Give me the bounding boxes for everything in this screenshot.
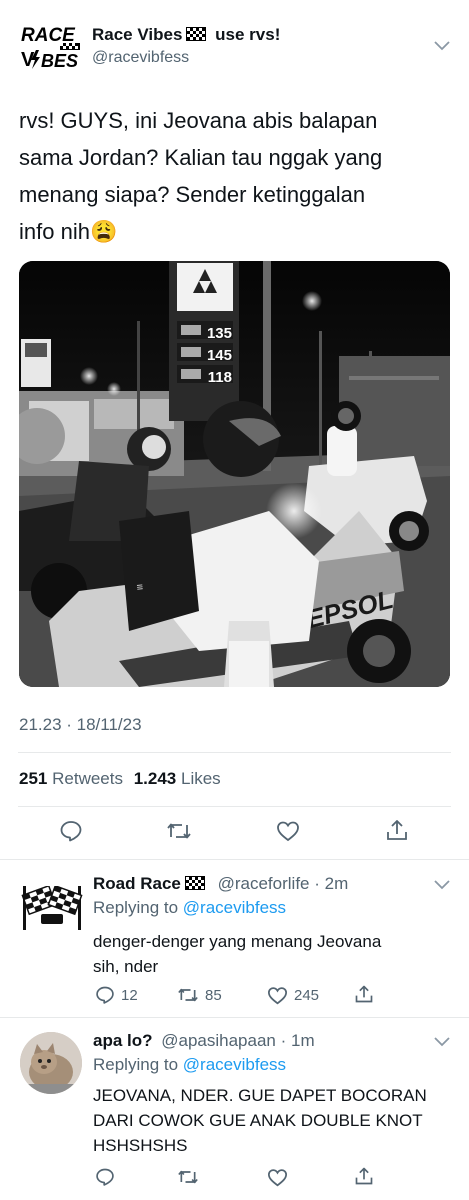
checkered-flag-icon — [184, 876, 205, 890]
display-name: Race Vibes — [92, 25, 183, 44]
tweet-author-name[interactable]: Race Vibes use rvs! — [92, 25, 280, 45]
reply-text-line: DARI COWOK GUE ANAK DOUBLE KNOT — [93, 1111, 423, 1130]
checkered-flag-icon — [186, 27, 207, 41]
like-icon[interactable] — [276, 820, 300, 842]
reply-header: Road Race @raceforlife · 2m — [93, 874, 349, 893]
share-icon[interactable] — [354, 1166, 374, 1186]
reply-text: denger-denger yang menang Jeovana sih, n… — [93, 929, 453, 979]
reply-time: 2m — [324, 874, 349, 893]
tweet-body-line: info nih😩 — [19, 219, 118, 244]
like-count: 245 — [294, 987, 320, 1004]
reply-action-like[interactable]: 245 — [267, 986, 319, 1005]
tweet-author-handle[interactable]: @racevibfess — [92, 49, 189, 67]
price-sign-row: 135 — [207, 325, 232, 342]
reply-time: 1m — [291, 1031, 315, 1050]
display-name-suffix: use rvs! — [215, 25, 281, 44]
reply-count: 12 — [121, 986, 138, 1004]
logo-text-top: RACE — [21, 25, 76, 46]
replying-to-label: Replying to — [93, 898, 179, 917]
reply-text-line: denger-denger yang menang Jeovana — [93, 932, 382, 951]
replying-to-link[interactable]: @racevibfess — [183, 1055, 286, 1074]
tweet-stats: 251 Retweets 1.243 Likes — [19, 769, 221, 789]
replying-to: Replying to @racevibfess — [93, 1055, 286, 1075]
retweet-icon — [178, 988, 198, 1002]
logo-text-bottom: BES — [41, 51, 78, 71]
reply-handle[interactable]: @apasihapaan — [161, 1031, 276, 1050]
reply-icon — [96, 986, 114, 1004]
like-label: Likes — [181, 769, 221, 788]
retweet-icon[interactable] — [177, 1167, 199, 1187]
reply-text-line: JEOVANA, NDER. GUE DAPET BOCORAN — [93, 1086, 427, 1105]
reply-action-retweet[interactable]: 85 — [177, 985, 222, 1005]
svg-text:≡: ≡ — [136, 581, 144, 594]
share-icon[interactable] — [385, 818, 409, 842]
tweet-body-line: menang siapa? Sender ketinggalan — [19, 182, 366, 207]
replying-to-link[interactable]: @racevibfess — [183, 898, 286, 917]
retweets-stat[interactable]: 251 Retweets — [19, 769, 123, 788]
reply-action-reply[interactable]: 12 — [95, 985, 138, 1005]
tweet-timestamp[interactable]: 21.23 · 18/11/23 — [19, 715, 142, 735]
reply-text: JEOVANA, NDER. GUE DAPET BOCORAN DARI CO… — [93, 1083, 463, 1158]
reply-text-line: sih, nder — [93, 957, 159, 976]
like-icon — [267, 987, 288, 1005]
divider — [0, 1017, 469, 1018]
tweet-body: rvs! GUYS, ini Jeovana abis balapan sama… — [19, 102, 459, 250]
like-count: 1.243 — [133, 769, 177, 788]
tweet-photo[interactable]: 135 145 118 REPSOL ≡ — [19, 261, 450, 687]
chevron-down-icon[interactable] — [434, 880, 450, 890]
retweet-label: Retweets — [52, 769, 123, 788]
reply-handle[interactable]: @raceforlife — [218, 874, 310, 893]
retweet-icon[interactable] — [166, 819, 192, 843]
likes-stat[interactable]: 1.243 Likes — [134, 769, 221, 788]
chevron-down-icon[interactable] — [434, 1037, 450, 1047]
tweet-body-line: sama Jordan? Kalian tau nggak yang — [19, 145, 383, 170]
reply-icon[interactable] — [59, 819, 83, 843]
retweet-count: 251 — [19, 769, 48, 788]
reply-avatar[interactable] — [21, 884, 83, 930]
reply-icon[interactable] — [95, 1167, 115, 1187]
price-sign-row: 145 — [207, 347, 232, 364]
reply-display-name[interactable]: apa lo? — [93, 1031, 153, 1050]
reply-header: apa lo? @apasihapaan · 1m — [93, 1031, 315, 1050]
reply-text-line: HSHSHSHS — [93, 1136, 188, 1155]
reply-avatar[interactable] — [20, 1032, 82, 1094]
chevron-down-icon[interactable] — [434, 41, 450, 51]
share-icon[interactable] — [354, 984, 374, 1004]
tweet-avatar-logo[interactable]: RACE V BES — [20, 22, 82, 72]
like-icon[interactable] — [267, 1168, 288, 1187]
price-sign-row: 118 — [208, 369, 232, 386]
reply-display-name[interactable]: Road Race — [93, 874, 181, 893]
replying-to: Replying to @racevibfess — [93, 898, 286, 918]
divider — [0, 859, 469, 860]
divider — [18, 752, 451, 753]
replying-to-label: Replying to — [93, 1055, 179, 1074]
divider — [18, 806, 451, 807]
tweet-body-line: rvs! GUYS, ini Jeovana abis balapan — [19, 108, 378, 133]
retweet-count: 85 — [205, 986, 222, 1004]
